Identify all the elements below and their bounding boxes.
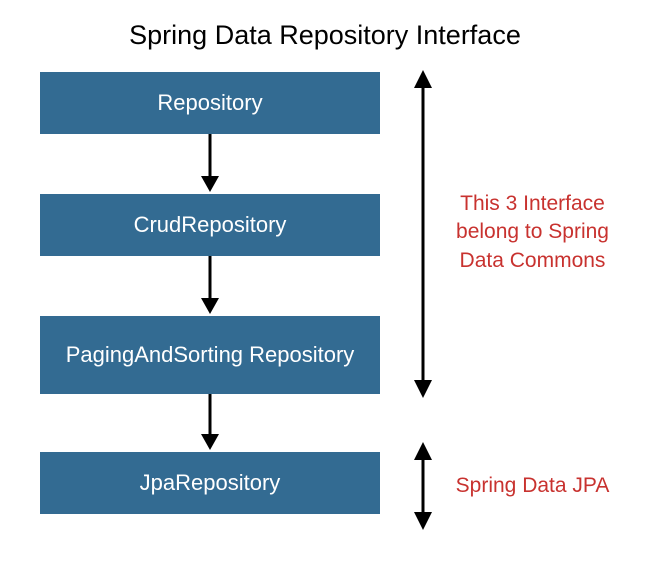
arrow-down-icon	[198, 394, 222, 457]
annotation-commons: This 3 Interface belong to Spring Data C…	[445, 190, 620, 275]
box-repository-label: Repository	[157, 89, 262, 117]
box-jpa-repository-label: JpaRepository	[140, 469, 281, 497]
annotation-commons-line2: belong to Spring	[456, 220, 609, 243]
annotation-commons-line1: This 3 Interface	[460, 192, 605, 215]
arrow-down-icon	[198, 134, 222, 199]
box-crud-repository: CrudRepository	[40, 194, 380, 256]
box-crud-repository-label: CrudRepository	[134, 211, 287, 239]
annotation-jpa: Spring Data JPA	[445, 472, 620, 500]
annotation-commons-line3: Data Commons	[460, 249, 606, 272]
page-title: Spring Data Repository Interface	[0, 20, 650, 51]
box-jpa-repository: JpaRepository	[40, 452, 380, 514]
arrow-down-icon	[198, 256, 222, 321]
annotation-jpa-label: Spring Data JPA	[456, 474, 610, 497]
bracket-jpa-icon	[410, 442, 436, 535]
bracket-commons-icon	[410, 70, 436, 403]
box-repository: Repository	[40, 72, 380, 134]
hierarchy-diagram: Repository CrudRepository PagingAndSorti…	[40, 72, 610, 562]
box-paging-repository-label: PagingAndSorting Repository	[66, 341, 355, 369]
box-paging-repository: PagingAndSorting Repository	[40, 316, 380, 394]
